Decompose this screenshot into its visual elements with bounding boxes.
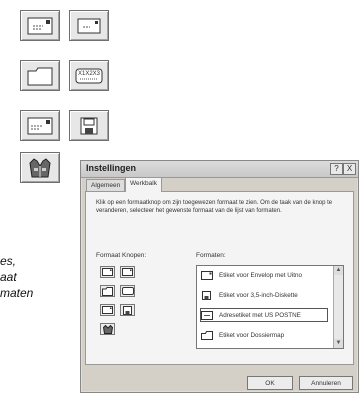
small-envelope-format-button[interactable] [69,10,109,41]
tab-toolbar[interactable]: Werkbalk [125,177,162,192]
address-label-format-button[interactable]: X1X2X3 [69,60,109,91]
format-button-address[interactable] [120,285,135,297]
svg-text:X1X2X3: X1X2X3 [78,71,101,77]
panel-description: Klik op een formaatknop om zijn toegewez… [96,200,333,214]
envelope-wide-icon [27,117,53,134]
side-text-line-3: maten [0,286,34,300]
address-label-icon [201,310,213,320]
format-button-folder[interactable] [100,285,115,297]
list-item-label: Etiket voor Dossiermap [219,331,285,339]
toolbar-tab-panel: Klik op een formaatknop om zijn toegewez… [85,191,354,365]
list-item[interactable]: Etiket voor 3,5-inch-Diskette [201,289,327,301]
envelope-icon [201,270,213,280]
wide-envelope-format-button[interactable] [20,110,60,141]
list-item-label: Etiket voor 3,5-inch-Diskette [219,291,298,299]
side-text-line-2: aat [0,270,17,284]
list-item-selected[interactable]: Adresetiket met US POSTNE [200,308,328,322]
settings-dialog: Instellingen ? X Algemeen Werkbalk Klik … [80,160,359,393]
folder-label-icon [102,286,113,296]
format-button-small-envelope[interactable] [120,266,135,278]
formats-label: Formaten: [196,252,226,259]
dialog-titlebar: Instellingen ? X [81,161,358,178]
floppy-label-icon [202,290,211,300]
address-label-icon [121,287,134,295]
vest-format-button[interactable] [20,152,60,183]
vest-icon [102,324,113,334]
cancel-button[interactable]: Annuleren [299,376,353,390]
envelope-small-icon [122,268,133,276]
floppy-label-icon [80,117,98,134]
address-label-icon: X1X2X3 [75,68,103,83]
envelope-icon [27,17,53,34]
side-text-line-1: es, [0,254,17,268]
dialog-title: Instellingen [86,163,137,173]
format-buttons-label: Formaat Knopen: [96,252,147,259]
format-button-vest[interactable] [100,323,115,335]
format-button-floppy[interactable] [120,304,135,316]
folder-label-icon [27,67,53,85]
envelope-wide-icon [102,306,113,314]
folder-label-format-button[interactable] [20,60,60,91]
format-button-wide-envelope[interactable] [100,304,115,316]
scroll-down-icon[interactable]: ▼ [334,339,343,348]
floppy-label-icon [123,305,132,315]
envelope-icon [102,268,113,276]
format-button-envelope[interactable] [100,266,115,278]
help-button[interactable]: ? [330,163,343,175]
ok-button[interactable]: OK [247,376,293,390]
folder-label-icon [201,330,213,340]
list-item[interactable]: Etiket voor Envelop met Uitno [201,269,327,281]
envelope-small-icon [77,18,101,33]
scroll-up-icon[interactable]: ▲ [334,266,343,275]
formats-listbox[interactable]: Etiket voor Envelop met Uitno Etiket voo… [196,265,344,349]
list-item[interactable]: Etiket voor Dossiermap [201,329,327,341]
list-item-label: Adresetiket met US POSTNE [219,311,301,319]
vest-icon [29,157,51,177]
close-button[interactable]: X [343,163,356,175]
envelope-format-button[interactable] [20,10,60,41]
formats-scrollbar[interactable]: ▲ ▼ [333,266,343,348]
floppy-label-format-button[interactable] [69,110,109,141]
list-item-label: Etiket voor Envelop met Uitno [219,271,302,279]
